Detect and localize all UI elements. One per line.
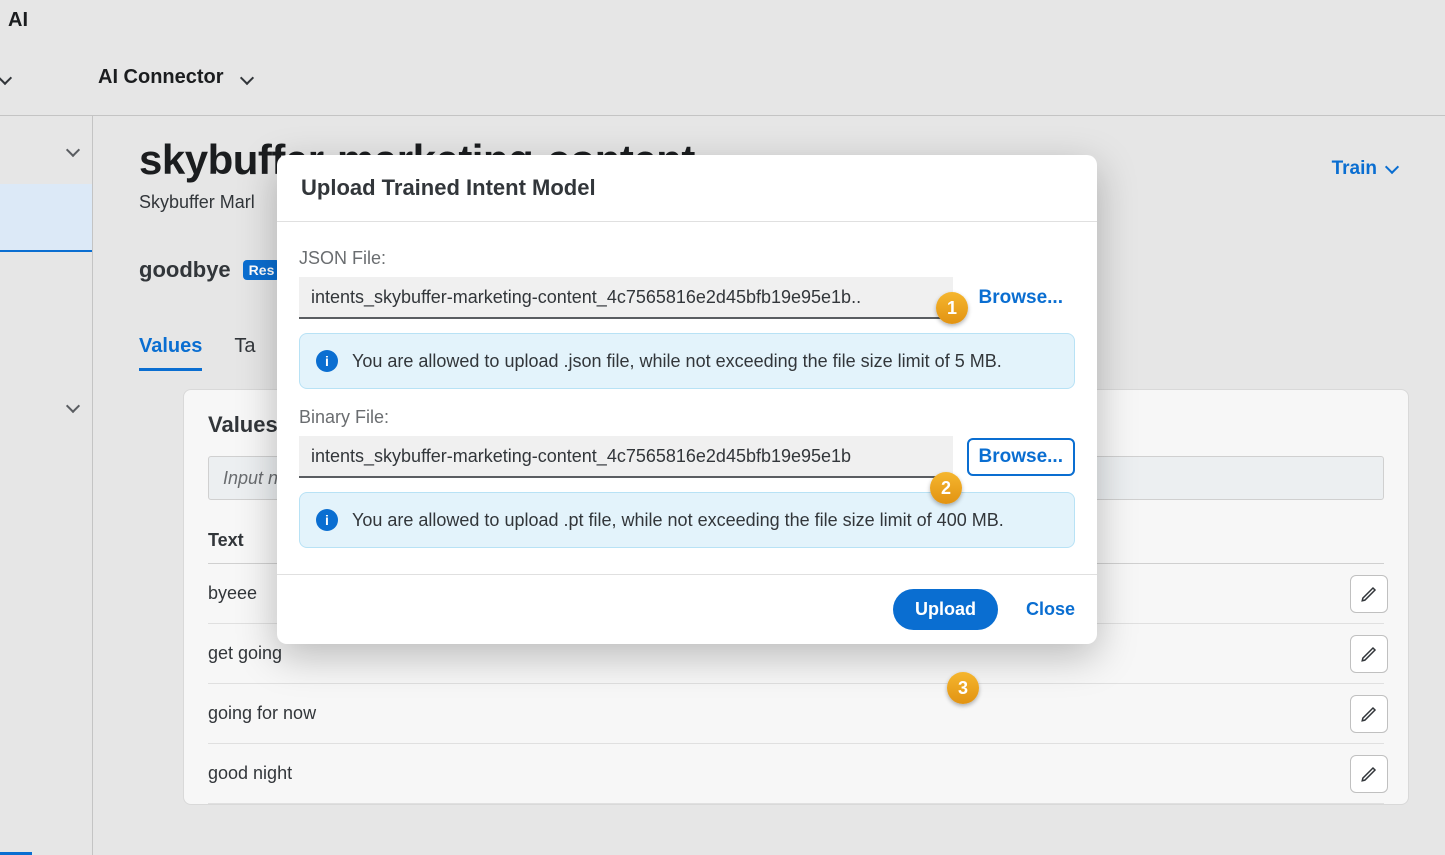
- edit-button[interactable]: [1350, 635, 1388, 673]
- train-dropdown[interactable]: Train: [1332, 158, 1397, 180]
- value-text: good night: [208, 763, 292, 784]
- binary-file-input[interactable]: intents_skybuffer-marketing-content_4c75…: [299, 436, 953, 478]
- product-suffix: AI: [8, 9, 28, 32]
- binary-browse-button[interactable]: Browse...: [967, 438, 1075, 476]
- value-text: get going: [208, 643, 282, 664]
- binary-file-row: intents_skybuffer-marketing-content_4c75…: [299, 436, 1075, 478]
- pencil-icon: [1360, 705, 1378, 723]
- left-rail-item-active[interactable]: [0, 184, 92, 252]
- table-row: going for now: [208, 684, 1384, 744]
- chevron-down-icon: [66, 143, 80, 157]
- product-bar: AI: [0, 0, 1445, 40]
- nav-ai-connector[interactable]: AI Connector: [98, 66, 270, 89]
- restricted-badge: Res: [243, 260, 281, 280]
- chevron-down-icon: [66, 399, 80, 413]
- chevron-down-icon[interactable]: [239, 70, 253, 84]
- intent-name: goodbye: [139, 257, 231, 283]
- close-button[interactable]: Close: [1026, 599, 1075, 620]
- value-text: going for now: [208, 703, 316, 724]
- tab-tags[interactable]: Ta: [234, 335, 255, 371]
- binary-info-text: You are allowed to upload .pt file, whil…: [352, 507, 1004, 533]
- info-icon: i: [316, 350, 338, 372]
- table-row: good night: [208, 744, 1384, 804]
- nav-ai-connector-label: AI Connector: [98, 66, 224, 89]
- value-text: byeee: [208, 583, 257, 604]
- json-file-label: JSON File:: [299, 248, 1075, 269]
- annotation-callout-2: 2: [930, 472, 962, 504]
- info-icon: i: [316, 509, 338, 531]
- pencil-icon: [1360, 765, 1378, 783]
- dialog-body: JSON File: intents_skybuffer-marketing-c…: [277, 222, 1097, 574]
- left-rail-item[interactable]: [0, 372, 92, 440]
- upload-button[interactable]: Upload: [893, 589, 998, 630]
- train-label: Train: [1332, 158, 1377, 180]
- json-file-input[interactable]: intents_skybuffer-marketing-content_4c75…: [299, 277, 953, 319]
- json-info-message: i You are allowed to upload .json file, …: [299, 333, 1075, 389]
- dialog-footer: Upload Close: [277, 574, 1097, 644]
- binary-file-label: Binary File:: [299, 407, 1075, 428]
- annotation-callout-1: 1: [936, 292, 968, 324]
- left-rail-item[interactable]: [0, 116, 92, 184]
- chevron-down-icon: [1385, 160, 1399, 174]
- left-rail: [0, 116, 93, 855]
- edit-button[interactable]: [1350, 755, 1388, 793]
- upload-model-dialog: Upload Trained Intent Model JSON File: i…: [277, 155, 1097, 644]
- edit-button[interactable]: [1350, 575, 1388, 613]
- chevron-down-icon[interactable]: [0, 70, 12, 84]
- binary-info-message: i You are allowed to upload .pt file, wh…: [299, 492, 1075, 548]
- json-info-text: You are allowed to upload .json file, wh…: [352, 348, 1002, 374]
- json-browse-button[interactable]: Browse...: [967, 279, 1075, 317]
- dialog-title: Upload Trained Intent Model: [277, 155, 1097, 222]
- edit-button[interactable]: [1350, 695, 1388, 733]
- secondary-nav: AI Connector: [0, 40, 1445, 116]
- annotation-callout-3: 3: [947, 672, 979, 704]
- pencil-icon: [1360, 585, 1378, 603]
- tab-values[interactable]: Values: [139, 335, 202, 371]
- pencil-icon: [1360, 645, 1378, 663]
